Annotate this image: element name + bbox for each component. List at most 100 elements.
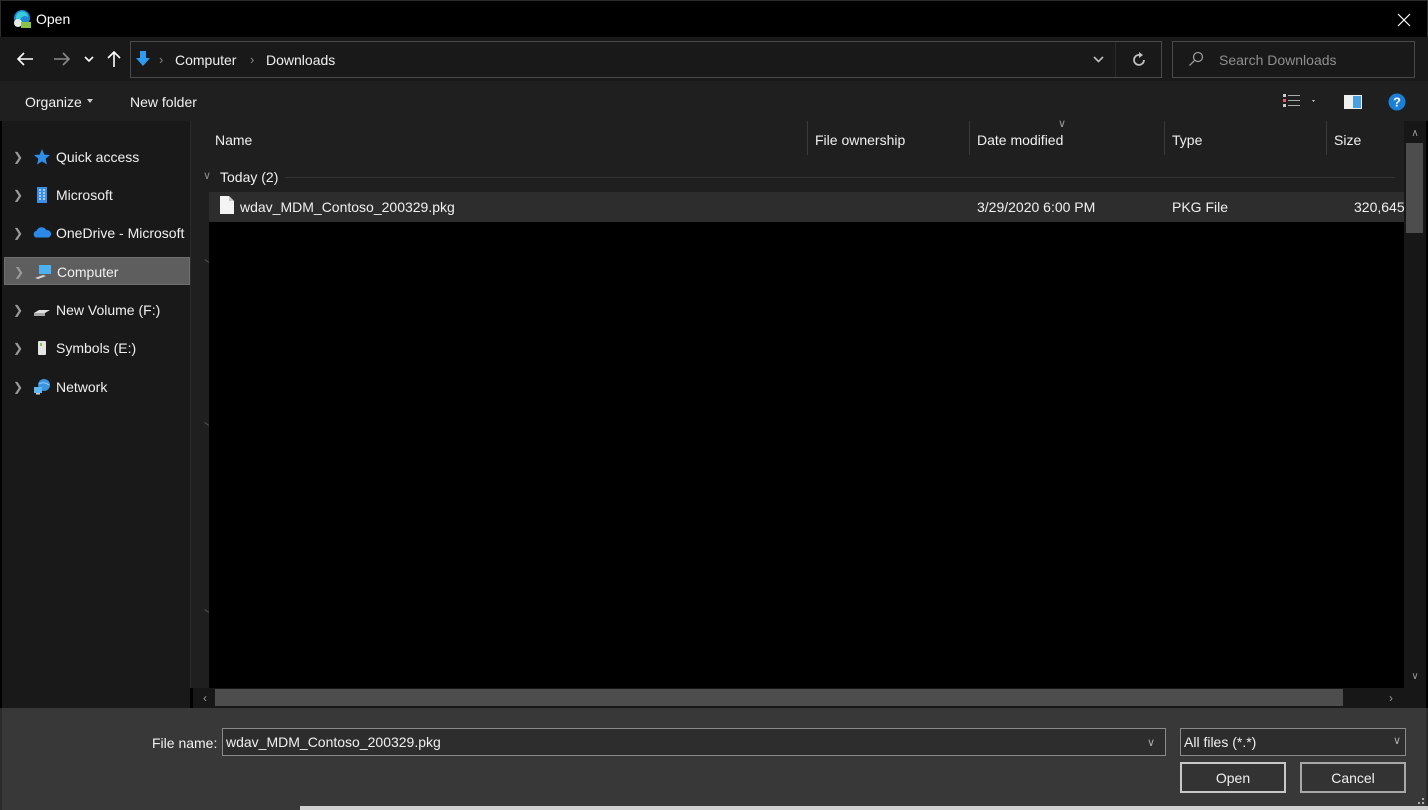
breadcrumb-computer[interactable]: Computer	[175, 52, 236, 68]
group-header-today[interactable]: ∨ Today (2)	[200, 164, 1404, 192]
sidebar-item-computer[interactable]: ❯ Computer	[4, 257, 190, 285]
navigation-bar: › Computer › Downloads	[0, 37, 1428, 81]
chevron-down-icon: ∨	[1392, 735, 1401, 747]
cloud-icon	[33, 227, 51, 238]
navigation-pane: ❯ Quick access ❯ Microsoft ❯ OneDrive - …	[2, 121, 190, 708]
organize-label: Organize	[25, 94, 82, 110]
scroll-left-button[interactable]: ‹	[195, 688, 215, 708]
vertical-scrollbar[interactable]: ∧ ∨	[1404, 121, 1426, 688]
file-name-label: File name:	[152, 735, 218, 751]
arrow-right-icon	[54, 52, 71, 66]
column-header-file-ownership[interactable]: File ownership	[815, 132, 905, 148]
new-folder-button[interactable]: New folder	[130, 94, 197, 110]
address-bar[interactable]: › Computer › Downloads	[130, 41, 1162, 78]
breadcrumb-separator-icon[interactable]: ›	[250, 52, 254, 67]
address-history-dropdown[interactable]	[1082, 42, 1116, 77]
command-toolbar: Organize New folder ?	[0, 81, 1428, 121]
sidebar-item-new-volume[interactable]: ❯ New Volume (F:)	[4, 296, 190, 324]
chevron-down-icon[interactable]: ∨	[1137, 729, 1165, 755]
sidebar-item-symbols[interactable]: ❯ Symbols (E:)	[4, 334, 190, 362]
title-bar: Open	[0, 0, 1428, 37]
arrow-left-icon	[16, 52, 33, 66]
file-row[interactable]: wdav_MDM_Contoso_200329.pkg 3/29/2020 6:…	[209, 192, 1405, 222]
column-divider[interactable]	[969, 121, 970, 155]
file-type-select[interactable]: All files (*.*) ∨	[1180, 728, 1406, 756]
column-header-type[interactable]: Type	[1172, 132, 1202, 148]
file-name-input[interactable]	[223, 729, 1133, 755]
help-icon: ?	[1388, 93, 1406, 111]
help-button[interactable]: ?	[1388, 93, 1406, 114]
chevron-down-icon	[84, 55, 94, 62]
file-icon	[220, 196, 234, 214]
sort-descending-icon: ∨	[1058, 118, 1067, 130]
chevron-right-icon[interactable]: ❯	[13, 341, 23, 355]
chevron-down-icon[interactable]: ∨	[203, 169, 211, 182]
chevron-right-icon[interactable]: ❯	[13, 380, 23, 394]
file-size: 320,645	[1354, 199, 1405, 215]
arrow-up-icon	[107, 50, 121, 67]
removable-drive-icon	[38, 341, 46, 355]
background-strip	[300, 806, 1428, 810]
preview-pane-icon	[1344, 95, 1362, 109]
computer-icon	[35, 265, 51, 279]
horizontal-scrollbar[interactable]: ‹ ›	[193, 688, 1404, 708]
group-divider	[285, 177, 1395, 178]
column-divider[interactable]	[1164, 121, 1165, 155]
scroll-right-button[interactable]: ›	[1381, 688, 1401, 708]
breadcrumb-separator-icon[interactable]: ›	[159, 52, 163, 67]
scroll-up-button[interactable]: ∧	[1404, 123, 1426, 143]
forward-button[interactable]	[48, 37, 76, 81]
breadcrumb-downloads[interactable]: Downloads	[266, 52, 335, 68]
chevron-right-icon[interactable]: ❯	[13, 188, 23, 202]
sidebar-item-microsoft[interactable]: ❯ Microsoft	[4, 181, 190, 209]
file-type-value: All files (*.*)	[1184, 734, 1257, 750]
downloads-icon	[136, 51, 150, 66]
network-icon	[34, 379, 50, 395]
drive-icon	[34, 310, 50, 316]
details-view-icon	[1283, 94, 1315, 107]
organize-button[interactable]: Organize	[25, 94, 93, 110]
sidebar-item-quick-access[interactable]: ❯ Quick access	[4, 143, 190, 171]
sidebar-item-network[interactable]: ❯ Network	[4, 373, 190, 401]
file-date-modified: 3/29/2020 6:00 PM	[977, 199, 1096, 215]
chevron-right-icon[interactable]: ❯	[13, 150, 23, 164]
preview-pane-button[interactable]	[1344, 95, 1362, 112]
window-title: Open	[36, 11, 71, 27]
column-header-size[interactable]: Size	[1334, 132, 1361, 148]
column-header-date-modified[interactable]: Date modified	[977, 132, 1063, 148]
column-divider[interactable]	[1326, 121, 1327, 155]
file-type: PKG File	[1172, 199, 1229, 215]
pane-splitter[interactable]	[190, 121, 211, 688]
vertical-scroll-thumb[interactable]	[1406, 143, 1423, 233]
chevron-right-icon[interactable]: ❯	[13, 303, 23, 317]
chevron-down-icon	[1093, 56, 1104, 63]
column-divider[interactable]	[807, 121, 808, 155]
file-name-combobox[interactable]: ∨	[222, 728, 1166, 756]
svg-text:?: ?	[1393, 95, 1401, 110]
file-name: wdav_MDM_Contoso_200329.pkg	[240, 199, 455, 215]
dialog-footer: File name: ∨ All files (*.*) ∨ Open Canc…	[0, 708, 1428, 810]
search-input[interactable]	[1219, 42, 1409, 77]
up-button[interactable]	[103, 37, 125, 81]
search-box[interactable]	[1172, 41, 1415, 78]
chevron-right-icon[interactable]: ❯	[13, 226, 23, 240]
change-view-button[interactable]	[1283, 93, 1317, 112]
open-button[interactable]: Open	[1180, 762, 1286, 793]
chevron-right-icon[interactable]: ❯	[14, 265, 24, 279]
back-button[interactable]	[10, 37, 40, 81]
file-list: Name File ownership ∨ Date modified Type…	[200, 118, 1405, 688]
star-icon	[34, 149, 50, 165]
caret-down-icon	[86, 99, 93, 104]
close-icon	[1397, 13, 1411, 26]
search-icon	[1189, 51, 1204, 66]
horizontal-scroll-thumb[interactable]	[215, 689, 1343, 706]
cancel-button[interactable]: Cancel	[1300, 762, 1406, 793]
column-header-name[interactable]: Name	[215, 132, 252, 148]
recent-locations-button[interactable]	[80, 37, 98, 81]
refresh-button[interactable]	[1119, 42, 1159, 77]
sidebar-item-onedrive[interactable]: ❯ OneDrive - Microsoft	[4, 219, 190, 247]
scroll-down-button[interactable]: ∨	[1404, 666, 1426, 686]
close-button[interactable]	[1381, 1, 1427, 38]
scroll-corner	[1404, 688, 1426, 708]
building-icon	[37, 187, 47, 203]
